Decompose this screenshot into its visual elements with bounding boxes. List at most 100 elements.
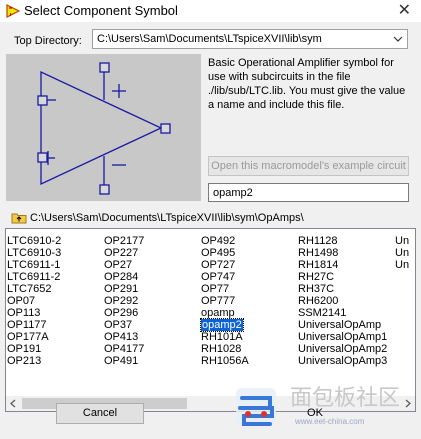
pin-noninverting: [37, 152, 48, 163]
list-item-label: OP296: [104, 307, 139, 319]
list-item[interactable]: OP291: [104, 283, 144, 295]
list-item-label: OP177A: [7, 331, 49, 343]
list-item-label: OP284: [104, 271, 139, 283]
list-item[interactable]: OP177A: [7, 331, 61, 343]
symbol-name-input[interactable]: opamp2: [208, 183, 409, 202]
list-item-label: LTC6910-3: [7, 247, 62, 259]
list-item[interactable]: OP37: [104, 319, 144, 331]
list-item[interactable]: OP113: [7, 307, 61, 319]
list-item[interactable]: UniversalOpAmp2: [298, 343, 387, 355]
list-item-label: SSM2141: [298, 307, 347, 319]
list-item-label: OP191: [7, 343, 42, 355]
list-item[interactable]: UniversalOpAmp: [298, 319, 387, 331]
list-item-label: opamp: [201, 307, 235, 319]
folder-up-icon[interactable]: [11, 212, 27, 224]
list-item[interactable]: OP292: [104, 295, 144, 307]
list-item[interactable]: OP296: [104, 307, 144, 319]
symbol-description: Basic Operational Amplifier symbol for u…: [208, 57, 406, 111]
list-item[interactable]: OP727: [201, 259, 249, 271]
list-item[interactable]: RH6200: [298, 295, 387, 307]
list-item[interactable]: OP492: [201, 235, 249, 247]
title-bar: Select Component Symbol ✕: [0, 0, 421, 22]
list-item-label: OP227: [104, 247, 139, 259]
list-item[interactable]: LTC6910-3: [7, 247, 61, 259]
list-item-label: opamp2: [200, 318, 244, 332]
list-item[interactable]: OP495: [201, 247, 249, 259]
list-item-label: OP4177: [104, 343, 145, 355]
list-item-label: LTC6911-1: [7, 259, 61, 271]
window-title: Select Component Symbol: [24, 3, 178, 18]
list-item[interactable]: OP284: [104, 271, 144, 283]
list-item-label: OP491: [104, 355, 139, 367]
list-item[interactable]: OP77: [201, 283, 249, 295]
list-item[interactable]: UniversalOpAmp3: [298, 355, 387, 367]
list-item[interactable]: UniversalOpAmp1: [298, 331, 387, 343]
list-item[interactable]: OP27: [104, 259, 144, 271]
list-item-label: OP747: [201, 271, 236, 283]
list-item[interactable]: RH1814: [298, 259, 387, 271]
list-item[interactable]: OP491: [104, 355, 144, 367]
list-item[interactable]: LTC6911-1: [7, 259, 61, 271]
component-list[interactable]: LTC6910-2 LTC6910-3 LTC6911-1 LTC6911-2 LTC7…: [5, 228, 416, 412]
list-item-label: OP777: [201, 295, 236, 307]
list-item[interactable]: RH1498: [298, 247, 387, 259]
list-item-label: RH37C: [298, 283, 335, 295]
watermark-text: 面包板社区: [290, 386, 401, 411]
list-item-label: OP2177: [104, 235, 145, 247]
list-item-label: RH6200: [298, 295, 339, 307]
list-item-label: RH1814: [298, 259, 339, 271]
list-item[interactable]: SSM2141: [298, 307, 387, 319]
list-item[interactable]: LTC6911-2: [7, 271, 61, 283]
list-item-label: OP1177: [7, 319, 47, 331]
list-item-label: OP113: [7, 307, 41, 319]
current-path: C:\Users\Sam\Documents\LTspiceXVII\lib\s…: [30, 212, 304, 224]
list-item[interactable]: OP413: [104, 331, 144, 343]
list-column-1: LTC6910-2 LTC6910-3 LTC6911-1 LTC6911-2 LTC7…: [7, 235, 61, 367]
opamp-triangle: [40, 70, 163, 186]
list-item[interactable]: OP1177: [7, 319, 61, 331]
list-item[interactable]: OP191: [7, 343, 61, 355]
list-item[interactable]: OP4177: [104, 343, 144, 355]
cancel-button[interactable]: Cancel: [56, 403, 144, 424]
list-item-label: OP291: [104, 283, 139, 295]
list-column-4: RH1128 RH1498 RH1814 RH27C RH37C RH6200 SSM214…: [298, 235, 387, 367]
list-item[interactable]: OP777: [201, 295, 249, 307]
list-item-label: UniversalOpAmp2: [298, 343, 388, 355]
list-item[interactable]: LTC7652: [7, 283, 61, 295]
scroll-right-icon[interactable]: [402, 398, 413, 409]
dropdown-arrow-icon: [393, 36, 403, 42]
scroll-left-icon[interactable]: [8, 398, 19, 409]
list-item-label: OP27: [104, 259, 133, 271]
top-directory-label: Top Directory:: [14, 35, 82, 47]
close-icon[interactable]: ✕: [398, 2, 411, 20]
list-item[interactable]: LTC6910-2: [7, 235, 61, 247]
list-column-5: Un Un Un: [395, 235, 409, 271]
list-item[interactable]: RH37C: [298, 283, 387, 295]
list-item[interactable]: RH101A: [201, 331, 249, 343]
list-item[interactable]: OP227: [104, 247, 144, 259]
list-item-label: OP77: [201, 283, 230, 295]
list-item-label: RH1498: [298, 247, 339, 259]
list-item[interactable]: Un: [395, 247, 409, 259]
list-item-label: Un: [395, 259, 410, 271]
list-item[interactable]: RH27C: [298, 271, 387, 283]
list-item-label: RH1028: [201, 343, 242, 355]
list-item[interactable]: OP07: [7, 295, 61, 307]
list-item[interactable]: OP2177: [104, 235, 144, 247]
list-item[interactable]: RH1056A: [201, 355, 249, 367]
list-item[interactable]: OP213: [7, 355, 61, 367]
list-item[interactable]: Un: [395, 235, 409, 247]
list-item[interactable]: RH1128: [298, 235, 387, 247]
list-item[interactable]: opamp2: [200, 318, 249, 332]
list-item[interactable]: OP747: [201, 271, 249, 283]
list-item[interactable]: RH1028: [201, 343, 249, 355]
list-item[interactable]: opamp: [201, 307, 249, 319]
list-item-label: UniversalOpAmp: [298, 319, 382, 331]
app-icon: [6, 4, 20, 18]
list-item[interactable]: Un: [395, 259, 409, 271]
top-directory-dropdown[interactable]: C:\Users\Sam\Documents\LTspiceXVII\lib\s…: [92, 29, 408, 49]
list-item-label: RH101A: [201, 331, 243, 343]
list-item-label: OP07: [7, 295, 36, 307]
open-macromodel-example-button[interactable]: Open this macromodel's example circuit: [208, 156, 409, 176]
pin-top: [99, 62, 110, 73]
